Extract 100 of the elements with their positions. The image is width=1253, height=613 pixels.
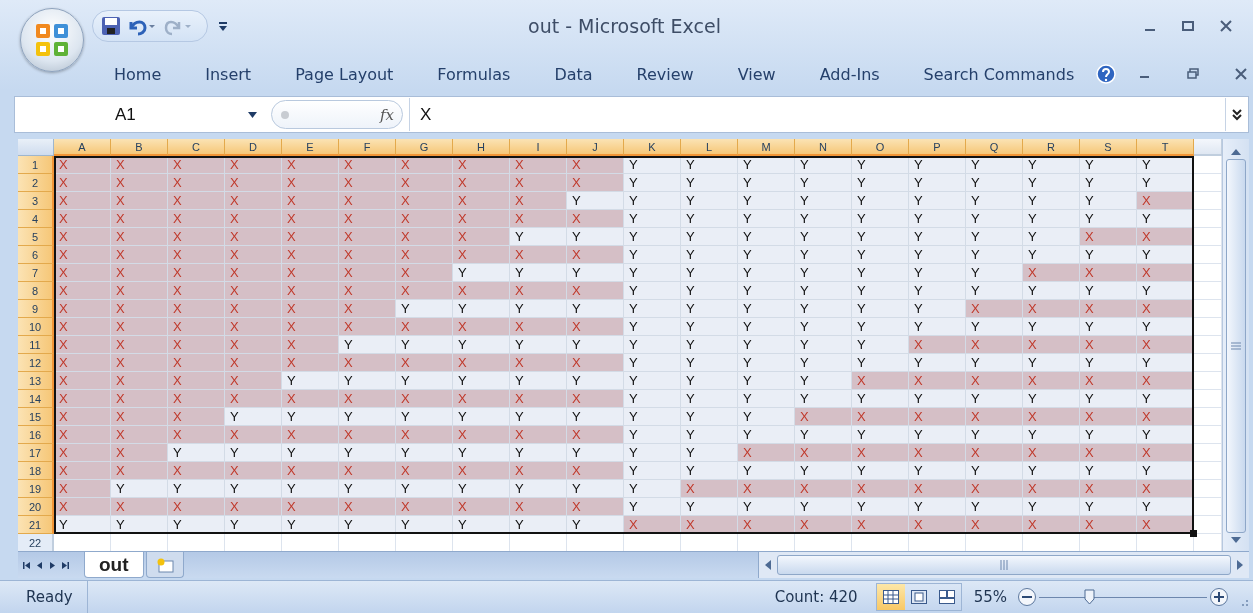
ribbon-tab[interactable]: Formulas	[415, 64, 533, 84]
row-header[interactable]: 6	[18, 246, 54, 264]
scroll-thumb[interactable]	[1226, 159, 1246, 533]
row-header[interactable]: 12	[18, 354, 54, 372]
column-header[interactable]: C	[168, 139, 225, 156]
table-cell: Y	[624, 408, 681, 426]
view-button[interactable]	[876, 584, 905, 610]
column-header[interactable]: Q	[966, 139, 1023, 156]
zoom-percent[interactable]: 55%	[973, 588, 1007, 606]
column-header[interactable]: R	[1023, 139, 1080, 156]
row-header[interactable]: 15	[18, 408, 54, 426]
previous-sheet-icon[interactable]	[35, 560, 44, 570]
column-header[interactable]: E	[282, 139, 339, 156]
customize-toolbar-icon[interactable]	[218, 20, 228, 32]
grip-icon	[1000, 560, 1008, 570]
scroll-thumb[interactable]	[777, 555, 1231, 575]
scroll-left-icon[interactable]	[763, 559, 773, 571]
resize-grip-icon[interactable]	[1239, 597, 1249, 607]
table-cell: X	[567, 498, 624, 516]
column-header[interactable]: D	[225, 139, 282, 156]
zoom-slider[interactable]	[1039, 589, 1207, 605]
column-header[interactable]: I	[510, 139, 567, 156]
first-sheet-icon[interactable]	[22, 560, 31, 570]
row-header[interactable]: 5	[18, 228, 54, 246]
table-cell: X	[567, 390, 624, 408]
ribbon-tab[interactable]: Search Commands	[901, 64, 1097, 84]
table-cell: X	[1137, 336, 1194, 354]
table-cell: Y	[795, 336, 852, 354]
ribbon-tab[interactable]: Page Layout	[273, 64, 416, 84]
column-header[interactable]: K	[624, 139, 681, 156]
table-cell: Y	[795, 210, 852, 228]
row-header[interactable]: 20	[18, 498, 54, 516]
dropdown-caret-icon[interactable]	[248, 110, 257, 119]
row-header[interactable]: 19	[18, 480, 54, 498]
row-header[interactable]: 17	[18, 444, 54, 462]
row-header[interactable]: 22	[18, 534, 54, 551]
close-icon[interactable]	[1235, 68, 1248, 80]
row-header[interactable]: 7	[18, 264, 54, 282]
scroll-up-icon[interactable]	[1230, 147, 1242, 157]
next-sheet-icon[interactable]	[48, 560, 57, 570]
row-header[interactable]: 14	[18, 390, 54, 408]
row-header[interactable]: 13	[18, 372, 54, 390]
ribbon-tab[interactable]: Data	[532, 64, 615, 84]
ribbon-tab[interactable]: View	[715, 64, 798, 84]
column-header[interactable]: T	[1137, 139, 1194, 156]
column-header[interactable]: F	[339, 139, 396, 156]
column-header[interactable]: P	[909, 139, 966, 156]
row-header[interactable]: 2	[18, 174, 54, 192]
table-cell: X	[1137, 444, 1194, 462]
ribbon-tab[interactable]: Insert	[183, 64, 274, 84]
dot-icon	[280, 109, 290, 120]
column-header[interactable]: G	[396, 139, 453, 156]
column-header[interactable]: S	[1080, 139, 1137, 156]
row-header[interactable]: 11	[18, 336, 54, 354]
last-sheet-icon[interactable]	[61, 560, 70, 570]
row-header[interactable]: 1	[18, 156, 54, 174]
office-button[interactable]	[20, 8, 84, 72]
close-icon[interactable]	[1219, 19, 1233, 33]
column-header[interactable]: O	[852, 139, 909, 156]
row-header[interactable]: 9	[18, 300, 54, 318]
ribbon-tab[interactable]: Home	[92, 64, 184, 84]
horizontal-scrollbar[interactable]	[758, 552, 1249, 578]
column-header[interactable]: A	[54, 139, 111, 156]
sheet-tab[interactable]: out	[84, 552, 144, 578]
table-cell: Y	[396, 444, 453, 462]
row-header[interactable]: 8	[18, 282, 54, 300]
column-header[interactable]: L	[681, 139, 738, 156]
column-header[interactable]: N	[795, 139, 852, 156]
column-header[interactable]: H	[453, 139, 510, 156]
restore-icon[interactable]	[1187, 68, 1200, 80]
scroll-down-icon[interactable]	[1230, 535, 1242, 545]
table-cell: X	[168, 354, 225, 372]
formula-input[interactable]: X	[409, 98, 1225, 131]
row-header[interactable]: 16	[18, 426, 54, 444]
table-cell: Y	[453, 372, 510, 390]
column-header[interactable]: M	[738, 139, 795, 156]
scroll-right-icon[interactable]	[1235, 559, 1245, 571]
table-cell: Y	[624, 174, 681, 192]
zoom-out-icon[interactable]	[1017, 587, 1037, 607]
row-header[interactable]: 3	[18, 192, 54, 210]
name-box[interactable]: A1	[15, 98, 265, 131]
ribbon-tab[interactable]: Review	[614, 64, 716, 84]
maximize-icon[interactable]	[1181, 19, 1195, 33]
table-cell: Y	[339, 336, 396, 354]
column-header[interactable]: B	[111, 139, 168, 156]
fill-handle[interactable]	[1190, 530, 1197, 537]
row-header[interactable]: 21	[18, 516, 54, 534]
row-header[interactable]: 4	[18, 210, 54, 228]
ribbon-tab[interactable]: Add-Ins	[797, 64, 902, 84]
save-icon[interactable]	[101, 16, 121, 36]
vertical-scrollbar[interactable]	[1222, 139, 1249, 551]
column-header[interactable]: J	[567, 139, 624, 156]
table-cell: X	[282, 174, 339, 192]
row-header[interactable]: 18	[18, 462, 54, 480]
row-header[interactable]: 10	[18, 318, 54, 336]
table-cell: Y	[852, 390, 909, 408]
insert-function-button[interactable]: fx	[271, 100, 403, 129]
zoom-in-icon[interactable]	[1209, 587, 1229, 607]
slider-thumb[interactable]	[1084, 589, 1096, 605]
help-icon[interactable]	[1096, 64, 1117, 84]
